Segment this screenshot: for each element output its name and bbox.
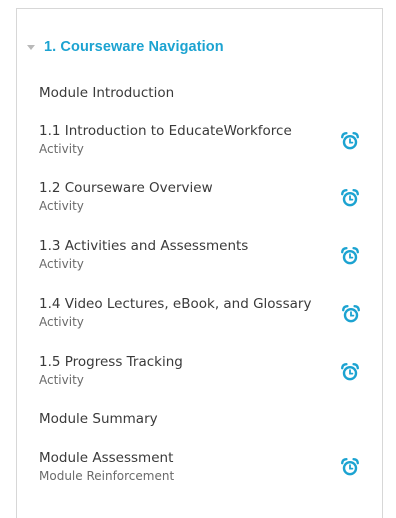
list-item-1-5[interactable]: 1.5 Progress Tracking Activity: [39, 353, 359, 388]
caret-down-icon: [27, 45, 35, 50]
list-item-module-summary[interactable]: Module Summary: [39, 410, 359, 428]
alarm-clock-icon: [341, 132, 359, 150]
alarm-clock-icon: [341, 458, 359, 476]
list-item-1-2[interactable]: 1.2 Courseware Overview Activity: [39, 179, 359, 214]
item-type: Activity: [39, 373, 84, 387]
item-title: 1.5 Progress Tracking: [39, 354, 183, 370]
section-title: 1. Courseware Navigation: [44, 39, 224, 55]
alarm-clock-icon: [342, 305, 360, 323]
item-type: Activity: [39, 199, 84, 213]
list-item-1-3[interactable]: 1.3 Activities and Assessments Activity: [39, 237, 359, 272]
list-item-module-assessment[interactable]: Module Assessment Module Reinforcement: [39, 449, 359, 484]
item-title: Module Summary: [39, 411, 158, 427]
alarm-clock-icon: [341, 363, 359, 381]
item-title: 1.1 Introduction to EducateWorkforce: [39, 123, 292, 139]
item-type: Activity: [39, 142, 84, 156]
section-toggle[interactable]: 1. Courseware Navigation: [27, 37, 224, 57]
item-title: 1.4 Video Lectures, eBook, and Glossary: [39, 296, 312, 312]
item-title: 1.2 Courseware Overview: [39, 180, 213, 196]
item-type: Activity: [39, 257, 84, 271]
item-title: Module Introduction: [39, 85, 175, 101]
item-title: 1.3 Activities and Assessments: [39, 238, 249, 254]
alarm-clock-icon: [341, 247, 359, 265]
list-item-1-1[interactable]: 1.1 Introduction to EducateWorkforce Act…: [39, 122, 359, 157]
list-item-1-4[interactable]: 1.4 Video Lectures, eBook, and Glossary …: [39, 295, 359, 330]
item-type: Module Reinforcement: [39, 469, 175, 483]
item-title: Module Assessment: [39, 450, 174, 466]
alarm-clock-icon: [341, 189, 359, 207]
list-item-module-introduction[interactable]: Module Introduction: [39, 84, 359, 102]
item-type: Activity: [39, 315, 84, 329]
